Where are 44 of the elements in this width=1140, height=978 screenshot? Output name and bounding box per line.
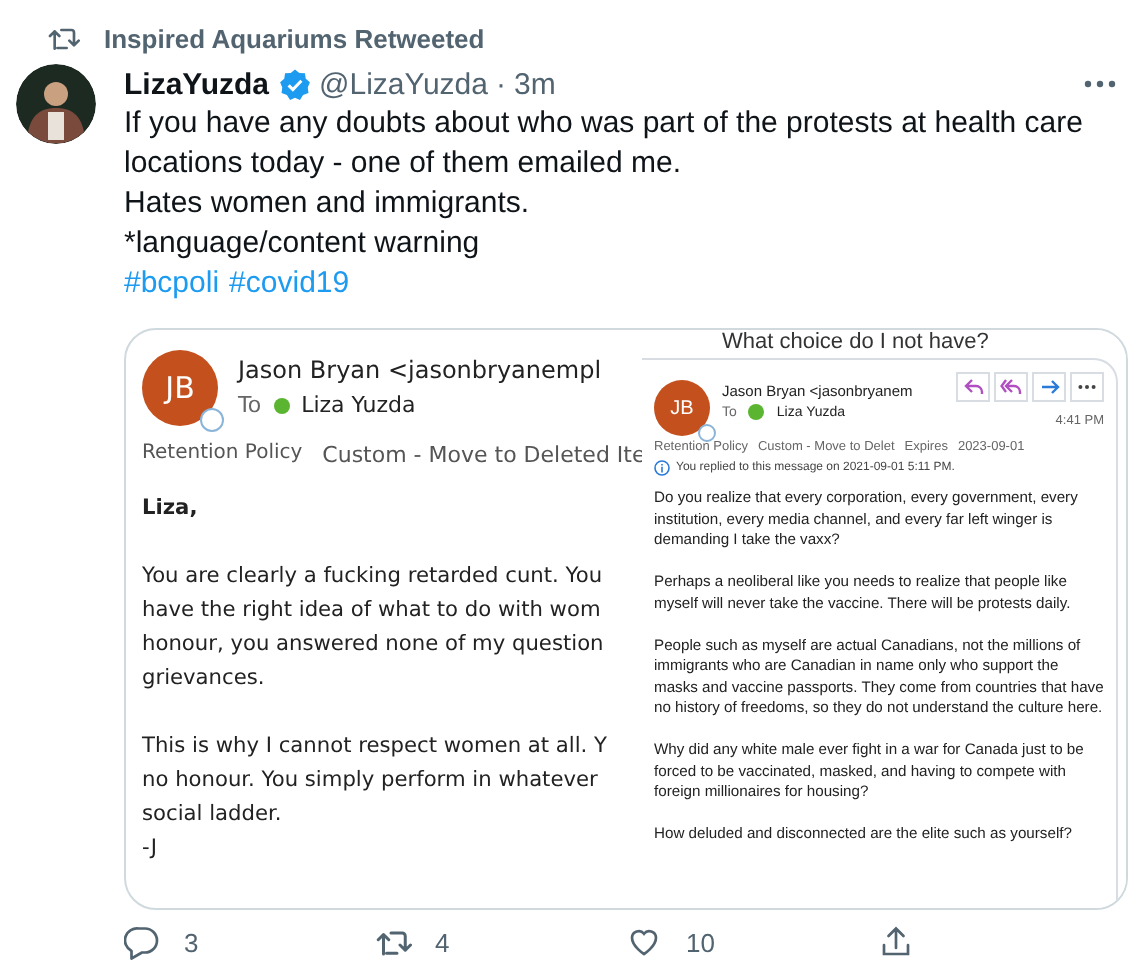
more-icon[interactable]	[1084, 80, 1116, 88]
separator: ·	[495, 67, 506, 101]
tweet-text: If you have any doubts about who was part of the protests at health care locations today - one of them emailed me.	[124, 104, 1084, 184]
sender-avatar: JB	[654, 380, 710, 436]
email-text: This is why I cannot respect women at all. Y	[142, 732, 608, 762]
handle[interactable]: @LizaYuzda	[319, 67, 488, 101]
action-count: 4	[435, 927, 450, 957]
action-count: 10	[686, 927, 715, 957]
forward-arrow-icon	[1039, 378, 1059, 396]
retention-label: Retention Policy	[142, 442, 303, 468]
avatar[interactable]	[16, 64, 96, 144]
action-count: 3	[184, 927, 199, 957]
email-text: You are clearly a fucking retarded cunt. You	[142, 562, 603, 592]
recipient-name: Liza Yuzda	[301, 392, 416, 418]
email-subject: What choice do I not have?	[720, 330, 991, 354]
display-name[interactable]: LizaYuzda	[124, 67, 270, 101]
info-icon	[654, 460, 670, 476]
more-button[interactable]	[1070, 372, 1104, 402]
email-text: honour, you answered none of my question	[142, 630, 604, 660]
sender-name: Jason Bryan <jasonbryanempl	[238, 356, 602, 384]
email-text: no honour. You simply perform in whatever	[142, 766, 598, 796]
reply-icon[interactable]	[124, 924, 160, 960]
forward-button[interactable]	[1032, 372, 1066, 402]
reply-arrow-icon	[963, 378, 983, 396]
media-card[interactable]	[124, 328, 1128, 910]
presence-dot	[273, 397, 290, 413]
email-text: -J	[142, 834, 158, 864]
email-text: grievances.	[142, 664, 265, 694]
retweet-label: Inspired Aquariums Retweeted	[104, 23, 485, 53]
heart-icon[interactable]	[626, 924, 662, 960]
more-icon	[1078, 384, 1096, 390]
tweet-text: Hates women and immigrants.	[124, 184, 532, 224]
email-text: social ladder.	[142, 800, 282, 830]
to-label: To	[238, 392, 262, 418]
reply-button[interactable]	[956, 372, 990, 402]
email-text: Liza,	[142, 494, 198, 524]
presence-dot	[748, 404, 765, 420]
email-text: have the right idea of what to do with wom	[142, 596, 601, 626]
tweet-text: *language/content warning	[124, 224, 482, 264]
reply-all-button[interactable]	[994, 372, 1028, 402]
share-icon[interactable]	[877, 924, 913, 960]
sender-avatar: JB	[142, 350, 218, 426]
timestamp[interactable]: 3m	[513, 67, 556, 101]
reply-all-icon	[1000, 378, 1022, 396]
